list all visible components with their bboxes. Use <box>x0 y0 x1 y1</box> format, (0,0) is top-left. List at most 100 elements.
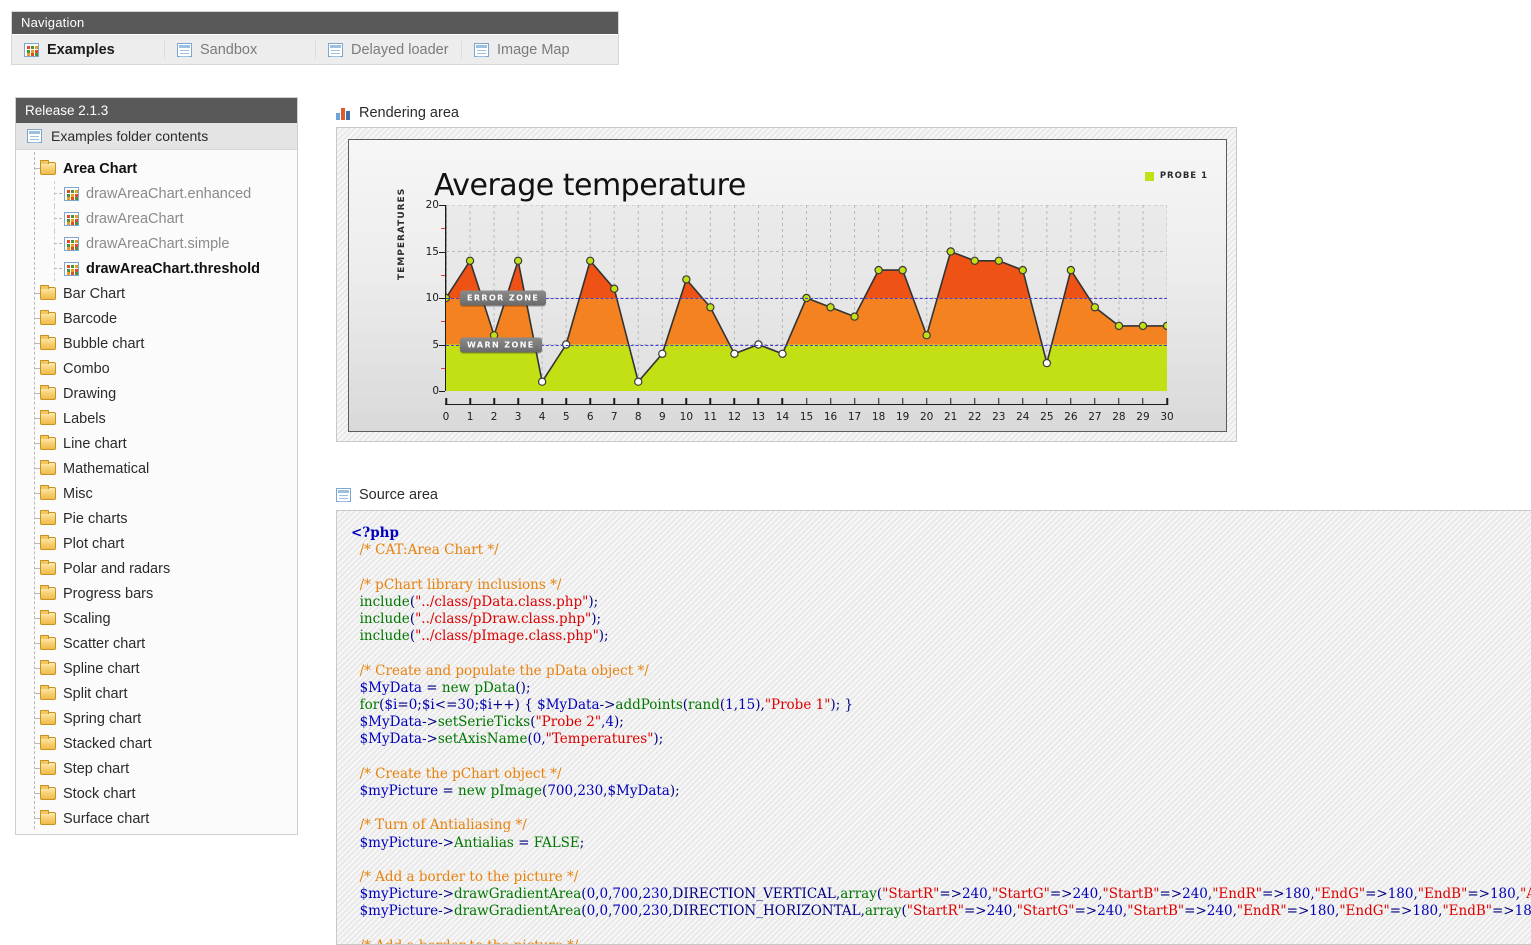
code-token: /* Add a border to the picture */ <box>351 938 579 944</box>
tree-item-spline-chart[interactable]: Spline chart <box>16 656 297 681</box>
code-token: include <box>351 611 410 628</box>
tree-item-drawing[interactable]: Drawing <box>16 381 297 406</box>
grid-icon <box>24 42 39 57</box>
tree-item-misc[interactable]: Misc <box>16 481 297 506</box>
x-axis-tick-label: 8 <box>634 411 642 423</box>
tree-item-bar-chart[interactable]: Bar Chart <box>16 281 297 306</box>
code-token: => <box>939 886 962 903</box>
grid-icon <box>64 261 79 276</box>
nav-tab-image-map[interactable]: Image Map <box>462 35 584 65</box>
tree-item-plot-chart[interactable]: Plot chart <box>16 531 297 556</box>
chart-canvas: Average temperature PROBE 1 TEMPERATURES… <box>348 139 1227 432</box>
tree-item-area-chart[interactable]: Area Chart <box>16 156 297 181</box>
code-line: $MyData = new pData(); <box>351 680 1531 697</box>
y-axis-tick-mark <box>439 391 445 392</box>
tree-item-label: Split chart <box>63 685 128 702</box>
code-line: include("../class/pDraw.class.php"); <box>351 611 1531 628</box>
code-token: -> <box>421 731 438 748</box>
tree-item-label: Spline chart <box>63 660 140 677</box>
nav-tab-delayed-loader[interactable]: Delayed loader <box>316 35 461 65</box>
nav-tab-sandbox[interactable]: Sandbox <box>165 35 315 65</box>
tree-item-spring-chart[interactable]: Spring chart <box>16 706 297 731</box>
tree-item-labels[interactable]: Labels <box>16 406 297 431</box>
tree-item-surface-chart[interactable]: Surface chart <box>16 806 297 831</box>
tree-item-barcode[interactable]: Barcode <box>16 306 297 331</box>
tree-item-mathematical[interactable]: Mathematical <box>16 456 297 481</box>
tree-item-split-chart[interactable]: Split chart <box>16 681 297 706</box>
code-token: array <box>864 903 902 920</box>
code-line: $MyData->setSerieTicks("Probe 2",4); <box>351 714 1531 731</box>
code-token: $i <box>479 697 493 714</box>
tree-item-line-chart[interactable]: Line chart <box>16 431 297 456</box>
tree-item-polar-and-radars[interactable]: Polar and radars <box>16 556 297 581</box>
nav-tab-label: Image Map <box>497 41 570 58</box>
navigation-title: Navigation <box>12 12 618 34</box>
nav-tab-label: Sandbox <box>200 41 258 58</box>
chart-data-point <box>970 256 979 266</box>
code-token: <= <box>434 697 458 714</box>
tree-item-pie-charts[interactable]: Pie charts <box>16 506 297 531</box>
code-token: "Temperatures" <box>545 731 654 748</box>
x-axis-tick-label: 9 <box>658 411 666 423</box>
tree-item-step-chart[interactable]: Step chart <box>16 756 297 781</box>
x-axis-tick-label: 24 <box>1016 411 1030 423</box>
tree-item-bubble-chart[interactable]: Bubble chart <box>16 331 297 356</box>
code-token: array <box>840 886 877 903</box>
chart-data-point <box>706 303 715 312</box>
folder-icon <box>40 460 56 475</box>
x-axis-tick-label: 27 <box>1088 411 1102 423</box>
code-token: ); } <box>830 697 854 714</box>
x-axis-tick-mark <box>973 398 976 405</box>
tree-item-drawareachart[interactable]: drawAreaChart <box>16 206 297 231</box>
x-axis-tick-mark <box>733 398 736 405</box>
code-token: "EndB" <box>1417 886 1468 903</box>
chart-data-point <box>1042 358 1052 368</box>
tree-item-stock-chart[interactable]: Stock chart <box>16 781 297 806</box>
tree-item-progress-bars[interactable]: Progress bars <box>16 581 297 606</box>
code-token: => <box>1365 886 1388 903</box>
y-axis-tick-mark <box>439 298 445 299</box>
tree-item-drawareachart-simple[interactable]: drawAreaChart.simple <box>16 231 297 256</box>
code-token: => <box>1049 886 1073 903</box>
nav-tab-examples[interactable]: Examples <box>12 35 164 65</box>
code-token: = <box>397 697 409 714</box>
y-axis-tick-label: 5 <box>432 338 439 351</box>
code-token: 180 <box>1284 886 1311 903</box>
x-axis-tick-label: 16 <box>823 411 838 423</box>
code-token: -> <box>438 903 454 920</box>
tree-item-label: Surface chart <box>63 810 150 827</box>
tree-item-scatter-chart[interactable]: Scatter chart <box>16 631 297 656</box>
tree-item-label: Progress bars <box>63 585 154 602</box>
code-token: 0 <box>599 903 609 920</box>
x-axis-tick-mark <box>757 398 760 405</box>
code-line: <?php <box>351 525 1531 542</box>
tree-item-label: Step chart <box>63 760 130 777</box>
code-token: "Probe 1" <box>764 697 831 714</box>
folder-icon <box>40 560 56 575</box>
tree-item-label: Stock chart <box>63 785 136 802</box>
x-axis-tick-mark <box>685 398 688 405</box>
folder-icon <box>40 635 56 650</box>
tree-item-drawareachart-threshold[interactable]: drawAreaChart.threshold <box>16 256 297 281</box>
chart-data-point <box>850 312 859 321</box>
folder-icon <box>40 735 56 750</box>
tree-item-scaling[interactable]: Scaling <box>16 606 297 631</box>
tree-item-combo[interactable]: Combo <box>16 356 297 381</box>
code-token: "../class/pImage.class.php" <box>415 628 599 645</box>
code-token: $myPicture <box>351 783 439 800</box>
code-token: DIRECTION_HORIZONTAL <box>672 903 861 920</box>
tree-item-label: Line chart <box>63 435 127 452</box>
x-axis-tick-label: 5 <box>562 411 570 423</box>
examples-folder-header: Examples folder contents <box>16 123 297 150</box>
code-token: 240 <box>986 903 1013 920</box>
code-token: 0 <box>599 886 609 903</box>
x-axis-tick-label: 21 <box>944 411 958 423</box>
tree-item-stacked-chart[interactable]: Stacked chart <box>16 731 297 756</box>
rendering-area-header: Rendering area <box>336 105 459 121</box>
code-token: ); <box>613 714 624 731</box>
source-area[interactable]: <?php /* CAT:Area Chart */ /* pChart lib… <box>336 510 1531 945</box>
tree-item-drawareachart-enhanced[interactable]: drawAreaChart.enhanced <box>16 181 297 206</box>
y-axis-minor-tick <box>441 228 445 230</box>
